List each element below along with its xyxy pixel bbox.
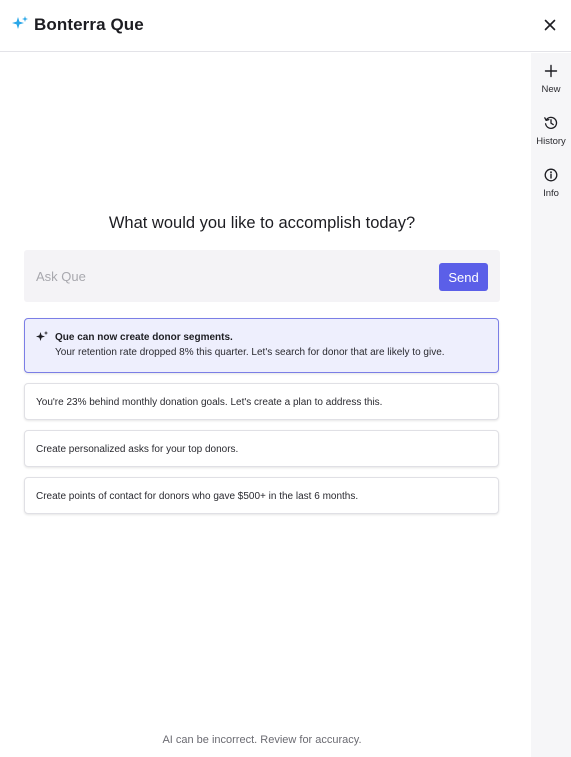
suggestion-text: Create personalized asks for your top do… <box>36 444 239 455</box>
rail-item-label: History <box>536 136 566 147</box>
suggestion-text: Your retention rate dropped 8% this quar… <box>55 347 445 358</box>
sparkles-icon <box>11 15 29 33</box>
suggestion-card-featured[interactable]: Que can now create donor segments. Your … <box>24 318 499 373</box>
info-icon <box>543 167 559 183</box>
history-icon <box>543 115 559 131</box>
header: Bonterra Que <box>0 0 571 52</box>
rail-item-label: Info <box>543 188 559 199</box>
send-button[interactable]: Send <box>439 263 488 291</box>
rail-item-label: New <box>541 84 561 95</box>
rail-item-info[interactable]: Info <box>531 167 571 213</box>
suggestion-text: Create points of contact for donors who … <box>36 491 359 502</box>
ask-input[interactable] <box>24 250 424 302</box>
suggestion-card[interactable]: Create personalized asks for your top do… <box>24 430 499 467</box>
close-button[interactable] <box>538 13 562 37</box>
suggestion-title: Que can now create donor segments. <box>55 332 233 343</box>
app-title: Bonterra Que <box>34 15 144 34</box>
page-heading: What would you like to accomplish today? <box>108 214 416 232</box>
suggestion-card[interactable]: You're 23% behind monthly donation goals… <box>24 383 499 420</box>
ask-box: Send <box>24 250 500 302</box>
suggestion-text: You're 23% behind monthly donation goals… <box>36 397 383 408</box>
close-icon <box>544 19 556 31</box>
rail-item-new[interactable]: New <box>531 63 571 109</box>
disclaimer-note: AI can be incorrect. Review for accuracy… <box>162 734 362 746</box>
que-panel: Bonterra Que New History Info What would… <box>0 0 571 757</box>
side-rail: New History Info <box>531 53 571 757</box>
plus-icon <box>543 63 559 79</box>
suggestion-card[interactable]: Create points of contact for donors who … <box>24 477 499 514</box>
rail-item-history[interactable]: History <box>531 115 571 161</box>
sparkles-icon <box>35 330 49 344</box>
